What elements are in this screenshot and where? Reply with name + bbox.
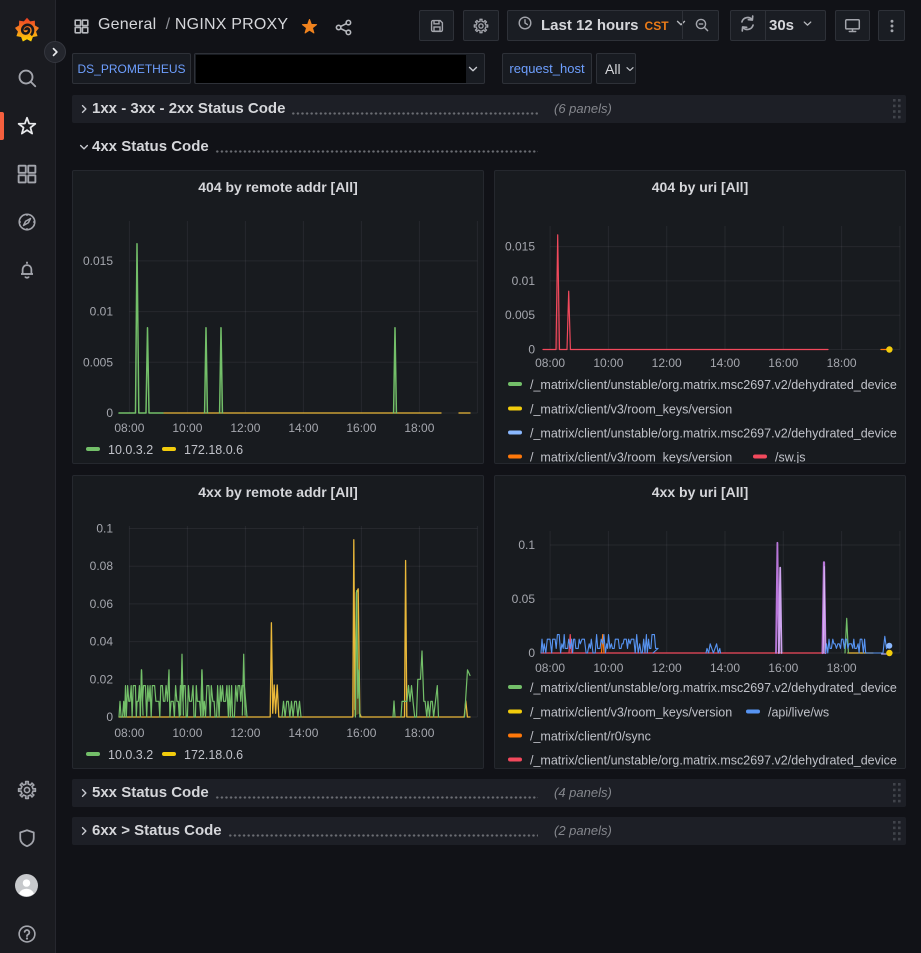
svg-text:0.01: 0.01 [90, 305, 114, 319]
svg-text:0.06: 0.06 [90, 597, 114, 611]
svg-text:0: 0 [106, 406, 113, 420]
svg-text:/_matrix/client/r0/sync: /_matrix/client/r0/sync [530, 730, 651, 744]
svg-text:14:00: 14:00 [288, 421, 318, 435]
svg-text:10.0.3.2: 10.0.3.2 [108, 748, 153, 762]
svg-text:0: 0 [528, 646, 535, 660]
svg-text:14:00: 14:00 [710, 356, 740, 370]
svg-text:10:00: 10:00 [172, 726, 202, 740]
svg-text:16:00: 16:00 [768, 661, 798, 675]
svg-text:0: 0 [106, 710, 113, 724]
svg-text:0.015: 0.015 [505, 240, 535, 254]
svg-text:18:00: 18:00 [404, 421, 434, 435]
svg-text:14:00: 14:00 [710, 661, 740, 675]
svg-text:18:00: 18:00 [827, 356, 857, 370]
svg-text:/_matrix/client/unstable/org.m: /_matrix/client/unstable/org.matrix.msc2… [530, 427, 897, 441]
svg-text:0.1: 0.1 [96, 522, 113, 536]
svg-text:14:00: 14:00 [288, 726, 318, 740]
svg-text:0.08: 0.08 [90, 559, 114, 573]
svg-text:16:00: 16:00 [346, 726, 376, 740]
svg-text:0.1: 0.1 [518, 538, 535, 552]
svg-text:08:00: 08:00 [114, 421, 144, 435]
svg-text:/_matrix/client/unstable/org.m: /_matrix/client/unstable/org.matrix.msc2… [530, 754, 897, 768]
svg-text:10:00: 10:00 [172, 421, 202, 435]
svg-text:/_matrix/client/v3/room_keys/v: /_matrix/client/v3/room_keys/version [530, 403, 732, 417]
svg-text:/_matrix/client/unstable/org.m: /_matrix/client/unstable/org.matrix.msc2… [530, 378, 897, 392]
svg-text:18:00: 18:00 [404, 726, 434, 740]
svg-text:0.02: 0.02 [90, 672, 114, 686]
svg-text:12:00: 12:00 [652, 661, 682, 675]
svg-text:16:00: 16:00 [346, 421, 376, 435]
svg-text:0.005: 0.005 [505, 308, 535, 322]
svg-text:18:00: 18:00 [827, 661, 857, 675]
svg-text:08:00: 08:00 [535, 356, 565, 370]
svg-text:12:00: 12:00 [230, 726, 260, 740]
svg-text:/_matrix/client/unstable/org.m: /_matrix/client/unstable/org.matrix.msc2… [530, 681, 897, 695]
svg-text:16:00: 16:00 [768, 356, 798, 370]
svg-text:10:00: 10:00 [593, 356, 623, 370]
svg-text:0.05: 0.05 [512, 592, 536, 606]
svg-text:12:00: 12:00 [230, 421, 260, 435]
svg-text:08:00: 08:00 [535, 661, 565, 675]
svg-text:0.04: 0.04 [90, 635, 114, 649]
svg-text:0.015: 0.015 [83, 254, 113, 268]
svg-text:/sw.js: /sw.js [775, 451, 806, 464]
svg-text:12:00: 12:00 [652, 356, 682, 370]
svg-text:172.18.0.6: 172.18.0.6 [184, 443, 243, 457]
svg-text:0.005: 0.005 [83, 355, 113, 369]
svg-text:08:00: 08:00 [114, 726, 144, 740]
svg-text:/_matrix/client/v3/room_keys/v: /_matrix/client/v3/room_keys/version [530, 451, 732, 464]
svg-text:10.0.3.2: 10.0.3.2 [108, 443, 153, 457]
svg-text:/api/live/ws: /api/live/ws [768, 706, 829, 720]
svg-text:/_matrix/client/v3/room_keys/v: /_matrix/client/v3/room_keys/version [530, 706, 732, 720]
svg-text:10:00: 10:00 [593, 661, 623, 675]
svg-text:172.18.0.6: 172.18.0.6 [184, 748, 243, 762]
svg-text:0: 0 [528, 343, 535, 357]
svg-text:0.01: 0.01 [512, 274, 536, 288]
